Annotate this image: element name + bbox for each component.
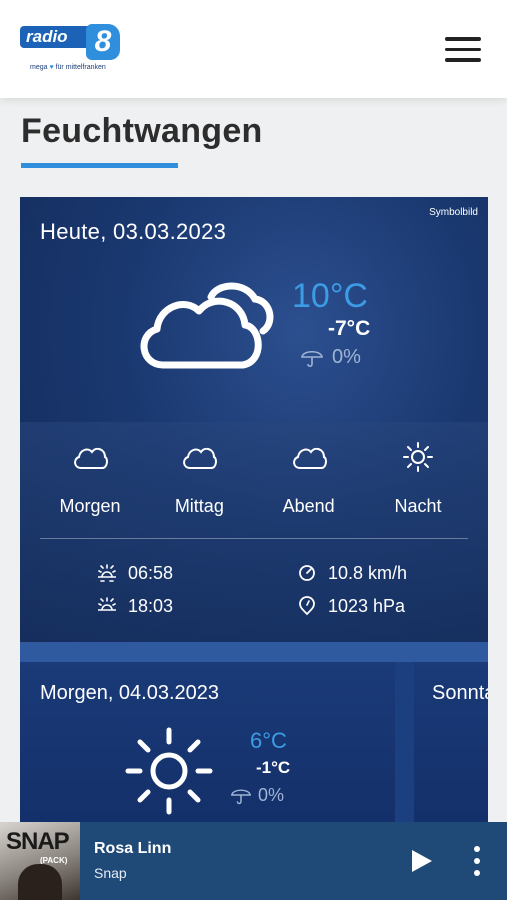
wind-gauge-icon [299, 565, 315, 581]
card-separator-strip [20, 642, 488, 662]
cover-figure [18, 864, 62, 900]
period-morgen: Morgen [40, 442, 140, 517]
sunrise-stat: 06:58 [96, 562, 173, 584]
period-label: Abend [282, 496, 335, 516]
sunset-time: 18:03 [128, 595, 174, 616]
sunrise-time: 06:58 [128, 562, 174, 583]
divider [40, 538, 468, 539]
sunset-stat: 18:03 [96, 595, 173, 617]
hamburger-menu-icon[interactable] [445, 37, 481, 63]
umbrella-icon [230, 789, 252, 805]
page-title: Feuchtwangen [21, 112, 263, 150]
sun-icon [125, 727, 213, 815]
next-day-date: Sonnta [432, 682, 488, 704]
album-cover[interactable]: SNAP (PACK) [0, 822, 80, 900]
sunrise-icon [98, 564, 116, 582]
today-precip-value: 0% [332, 345, 361, 368]
tomorrow-weather-card[interactable]: Morgen, 04.03.2023 6°C -1°C 0% [20, 662, 395, 822]
radio8-logo[interactable]: radio 8 mega ♥ für mittelfranken [20, 24, 122, 76]
pressure-icon [299, 596, 315, 616]
logo-wordmark: radio [20, 26, 90, 48]
cloud-icon [183, 447, 218, 469]
pressure-value: 1023 hPa [328, 595, 406, 616]
tomorrow-date: Morgen, 04.03.2023 [40, 682, 220, 704]
period-mittag: Mittag [149, 442, 249, 517]
cloudy-icon [140, 282, 274, 369]
period-abend: Abend [259, 442, 359, 517]
cover-title: SNAP [6, 828, 70, 855]
cloud-icon [74, 447, 108, 469]
heart-icon: ♥ [49, 64, 54, 71]
logo-tagline: mega ♥ für mittelfranken [30, 64, 106, 71]
wind-stat: 10.8 km/h [296, 562, 407, 584]
tomorrow-temp-low: -1°C [256, 758, 291, 777]
today-weather-card: Symbolbild Heute, 03.03.2023 10°C -7°C 0… [20, 197, 488, 642]
logo-number: 8 [86, 24, 120, 60]
play-icon[interactable] [410, 848, 434, 874]
audio-player-bar: SNAP (PACK) Rosa Linn Snap [0, 822, 507, 900]
logo-tagline-a: mega [30, 64, 48, 71]
today-date: Heute, 03.03.2023 [40, 219, 227, 244]
wind-speed: 10.8 km/h [328, 562, 408, 583]
umbrella-icon [301, 350, 323, 368]
tomorrow-precip-value: 0% [258, 784, 285, 805]
title-underline [21, 163, 178, 168]
logo-tagline-b: für mittelfranken [55, 64, 106, 71]
today-temp-high: 10°C [292, 277, 368, 315]
image-label: Symbolbild [429, 207, 478, 218]
song-title: Snap [94, 865, 127, 881]
day-periods: Morgen Mittag Abend Nacht [40, 442, 468, 517]
more-options-icon[interactable] [471, 846, 483, 876]
period-label: Morgen [59, 496, 121, 516]
artist-name: Rosa Linn [94, 840, 172, 857]
sunset-icon [98, 597, 116, 611]
tomorrow-temp-high: 6°C [250, 728, 287, 753]
pressure-stat: 1023 hPa [296, 595, 405, 617]
card-gap [395, 662, 414, 822]
sun-icon [402, 442, 433, 472]
period-label: Nacht [394, 496, 442, 516]
app-header: radio 8 mega ♥ für mittelfranken [0, 0, 507, 98]
period-nacht: Nacht [368, 442, 468, 517]
today-precipitation: 0% [300, 345, 361, 369]
cloud-icon [292, 447, 327, 469]
today-temp-low: -7°C [328, 317, 371, 340]
tomorrow-precipitation: 0% [230, 784, 284, 806]
next-day-weather-card[interactable]: Sonnta [414, 662, 488, 822]
period-label: Mittag [174, 496, 224, 516]
